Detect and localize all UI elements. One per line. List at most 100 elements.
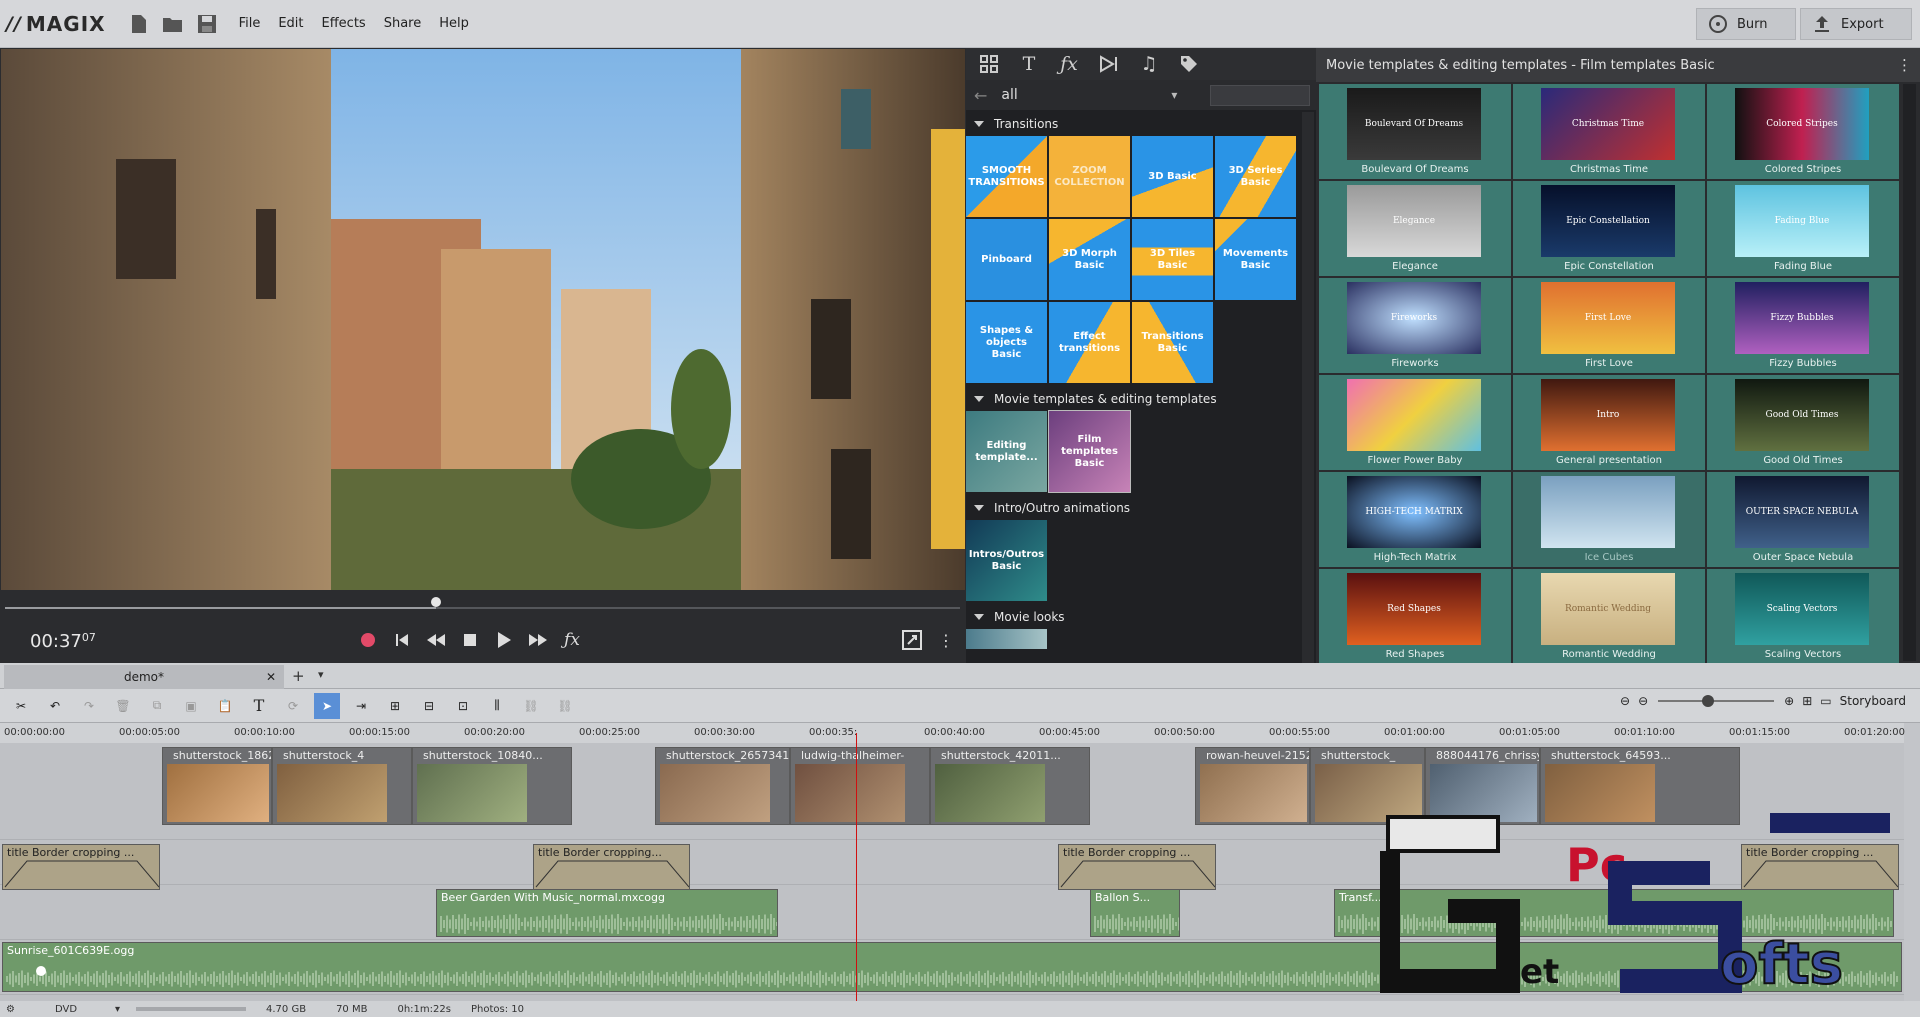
section-movie-looks[interactable]: Movie looks xyxy=(966,605,1316,629)
skip-start-button[interactable] xyxy=(390,628,414,652)
template-item[interactable]: Fizzy Bubbles Fizzy Bubbles xyxy=(1707,278,1899,373)
storyboard-icon[interactable]: ▭ xyxy=(1820,694,1831,708)
split-tool-icon[interactable]: ⊡ xyxy=(450,693,476,719)
pool-search-input[interactable] xyxy=(1210,85,1310,106)
format-chevron-icon[interactable]: ▾ xyxy=(115,1004,120,1015)
template-item[interactable]: Red Shapes Red Shapes xyxy=(1319,569,1511,664)
paste-icon[interactable]: ▣ xyxy=(178,693,204,719)
templates-scrollbar[interactable] xyxy=(1903,84,1916,661)
zoom-mode-icon[interactable]: ⊞ xyxy=(1802,694,1812,708)
rewind-button[interactable] xyxy=(424,628,448,652)
zoom-in-icon[interactable]: ⊕ xyxy=(1784,694,1794,708)
template-item[interactable]: Boulevard Of Dreams Boulevard Of Dreams xyxy=(1319,84,1511,179)
record-button[interactable] xyxy=(356,628,380,652)
rotate-icon[interactable]: ⟳ xyxy=(280,693,306,719)
link-icon[interactable]: ⛓ xyxy=(518,693,544,719)
add-tab-icon[interactable]: + xyxy=(292,667,305,685)
levels-tool-icon[interactable]: ⫼ xyxy=(484,693,510,719)
playhead[interactable] xyxy=(856,733,857,1001)
tile-movements-basic[interactable]: Movements Basic xyxy=(1215,219,1296,300)
video-clip[interactable]: ludwig-thalheimer- xyxy=(790,747,930,825)
tile-shapes-objects-basic[interactable]: Shapes & objects Basic xyxy=(966,302,1047,383)
tile-transitions-basic[interactable]: Transitions Basic xyxy=(1132,302,1213,383)
pool-scrollbar[interactable] xyxy=(1302,112,1314,663)
title-clip[interactable]: title Border cropping ... xyxy=(2,844,160,890)
cut-icon[interactable]: ✂ xyxy=(8,693,34,719)
video-clip[interactable]: rowan-heuvel-21529 xyxy=(1195,747,1310,825)
templates-grid-icon[interactable] xyxy=(972,50,1006,78)
play-button[interactable] xyxy=(492,628,516,652)
chevron-down-icon[interactable]: ▾ xyxy=(1171,88,1177,102)
section-transitions[interactable]: Transitions xyxy=(966,112,1316,136)
menu-file[interactable]: File xyxy=(230,16,270,31)
template-item[interactable]: Epic Constellation Epic Constellation xyxy=(1513,181,1705,276)
more-options-icon[interactable]: ⋮ xyxy=(934,628,958,652)
section-intro-outro[interactable]: Intro/Outro animations xyxy=(966,496,1316,520)
template-item[interactable]: Scaling Vectors Scaling Vectors xyxy=(1707,569,1899,664)
template-item[interactable]: OUTER SPACE NEBULA Outer Space Nebula xyxy=(1707,472,1899,567)
fullscreen-icon[interactable] xyxy=(900,628,924,652)
title-clip[interactable]: title Border cropping... xyxy=(533,844,690,890)
panel-more-icon[interactable]: ⋮ xyxy=(1897,56,1912,74)
template-item[interactable]: Romantic Wedding Romantic Wedding xyxy=(1513,569,1705,664)
zoom-fit-icon[interactable]: ⊖ xyxy=(1620,694,1630,708)
tag-icon[interactable] xyxy=(1172,50,1206,78)
template-item[interactable]: Colored Stripes Colored Stripes xyxy=(1707,84,1899,179)
timeline-ruler[interactable]: 00:00:00:00 00:00:05:00 00:00:10:00 00:00:1… xyxy=(0,723,1905,743)
tile-film-templates-basic[interactable]: Film templates Basic xyxy=(1048,410,1131,493)
video-clip[interactable]: shutterstock_2657341... xyxy=(655,747,790,825)
open-folder-icon[interactable] xyxy=(160,11,186,37)
tile-3d-morph-basic[interactable]: 3D Morph Basic xyxy=(1049,219,1130,300)
video-clip[interactable]: shutterstock_4 xyxy=(272,747,412,825)
fx-icon[interactable]: ƒx xyxy=(560,628,584,652)
template-item[interactable]: Christmas Time Christmas Time xyxy=(1513,84,1705,179)
delete-icon[interactable]: 🗑 xyxy=(110,693,136,719)
tile-3d-basic[interactable]: 3D Basic xyxy=(1132,136,1213,217)
template-item[interactable]: Fading Blue Fading Blue xyxy=(1707,181,1899,276)
copy-icon[interactable]: ⧉ xyxy=(144,693,170,719)
marker-tool-icon[interactable]: ⊟ xyxy=(416,693,442,719)
undo-icon[interactable]: ↶ xyxy=(42,693,68,719)
close-tab-icon[interactable]: ✕ xyxy=(266,670,276,684)
trim-tool-icon[interactable]: ⊞ xyxy=(382,693,408,719)
video-clip[interactable]: shutterstock_10840... xyxy=(412,747,572,825)
menu-edit[interactable]: Edit xyxy=(269,16,312,31)
filter-dropdown[interactable]: all xyxy=(1001,87,1171,103)
tile-effect-transitions[interactable]: Effect transitions xyxy=(1049,302,1130,383)
new-file-icon[interactable] xyxy=(126,11,152,37)
titles-text-icon[interactable]: T xyxy=(1012,50,1046,78)
tile-zoom-collection[interactable]: ZOOM COLLECTION xyxy=(1049,136,1130,217)
stop-button[interactable] xyxy=(458,628,482,652)
template-item[interactable]: Ice Cubes xyxy=(1513,472,1705,567)
audio-music-icon[interactable]: ♫ xyxy=(1132,50,1166,78)
video-preview-frame[interactable] xyxy=(1,49,965,590)
menu-help[interactable]: Help xyxy=(430,16,478,31)
audio-clip[interactable]: Ballon S... xyxy=(1090,889,1180,937)
export-button[interactable]: Export xyxy=(1800,8,1912,40)
tile-smooth-transitions[interactable]: SMOOTH TRANSITIONS xyxy=(966,136,1047,217)
template-item[interactable]: First Love First Love xyxy=(1513,278,1705,373)
pointer-tool-icon[interactable]: ➤ xyxy=(314,692,340,719)
fast-forward-button[interactable] xyxy=(526,628,550,652)
tile-pinboard[interactable]: Pinboard xyxy=(966,219,1047,300)
template-item[interactable]: Intro General presentation xyxy=(1513,375,1705,470)
tile-3d-series-basic[interactable]: 3D Series Basic xyxy=(1215,136,1296,217)
audio-clip[interactable]: Beer Garden With Music_normal.mxcogg xyxy=(436,889,778,937)
redo-icon[interactable]: ↷ xyxy=(76,693,102,719)
zoom-slider[interactable] xyxy=(1656,694,1776,708)
unlink-icon[interactable]: ⛓ xyxy=(552,693,578,719)
text-tool-icon[interactable]: T xyxy=(246,693,272,719)
burn-button[interactable]: Burn xyxy=(1696,8,1796,40)
template-item[interactable]: Flower Power Baby xyxy=(1319,375,1511,470)
menu-effects[interactable]: Effects xyxy=(313,16,375,31)
range-tool-icon[interactable]: ⇥ xyxy=(348,693,374,719)
tile-3d-tiles-basic[interactable]: 3D Tiles Basic xyxy=(1132,219,1213,300)
back-arrow-icon[interactable]: ← xyxy=(974,86,987,105)
template-item[interactable]: Good Old Times Good Old Times xyxy=(1707,375,1899,470)
format-select[interactable]: DVD xyxy=(55,1004,115,1015)
effects-fx-icon[interactable]: ƒx xyxy=(1052,50,1086,78)
tile-editing-templates[interactable]: Editing template... xyxy=(966,411,1047,492)
section-movie-templates[interactable]: Movie templates & editing templates xyxy=(966,387,1316,411)
storyboard-label[interactable]: Storyboard xyxy=(1840,694,1906,708)
project-tab[interactable]: demo* ✕ xyxy=(4,665,284,689)
